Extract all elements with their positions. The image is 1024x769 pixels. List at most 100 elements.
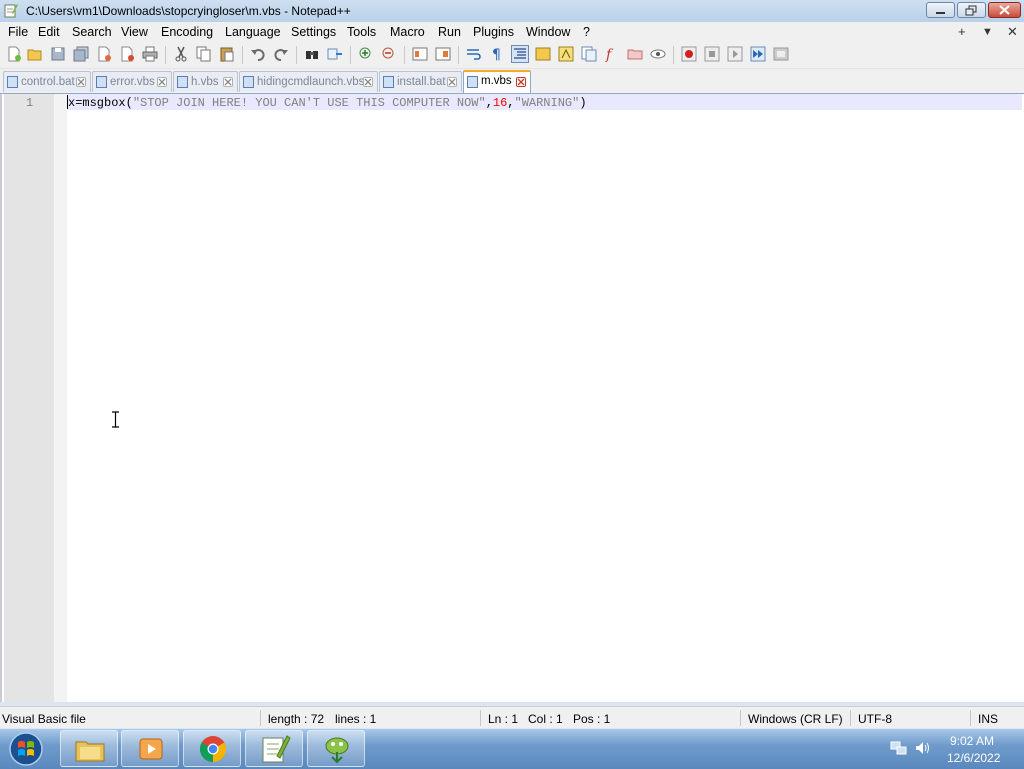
- menu-tools[interactable]: Tools: [347, 25, 376, 39]
- save-icon[interactable]: [50, 46, 66, 62]
- menu-view[interactable]: View: [121, 25, 148, 39]
- sync-vertical-icon[interactable]: [412, 46, 428, 62]
- show-all-chars-icon[interactable]: ¶: [489, 46, 505, 62]
- menu-encoding[interactable]: Encoding: [161, 25, 213, 39]
- find-icon[interactable]: [304, 46, 320, 62]
- save-all-icon[interactable]: [73, 46, 89, 62]
- file-icon: [7, 76, 18, 88]
- close-file-icon[interactable]: [96, 46, 112, 62]
- taskbar-media-player[interactable]: [121, 730, 179, 767]
- file-icon: [467, 76, 478, 88]
- restore-button[interactable]: [957, 2, 986, 18]
- close-all-icon[interactable]: [119, 46, 135, 62]
- menu-search[interactable]: Search: [72, 25, 112, 39]
- menu-help[interactable]: ?: [583, 25, 590, 39]
- tab-control-bat[interactable]: control.bat: [3, 71, 91, 92]
- tab-label: error.vbs: [110, 76, 155, 88]
- menu-file[interactable]: File: [8, 25, 28, 39]
- code-string: "WARNING": [514, 96, 580, 110]
- clock-date[interactable]: 12/6/2022: [947, 751, 1000, 765]
- menu-language[interactable]: Language: [225, 25, 281, 39]
- menu-window[interactable]: Window: [526, 25, 570, 39]
- tab-m-vbs[interactable]: m.vbs: [463, 70, 531, 93]
- menu-plugins[interactable]: Plugins: [473, 25, 514, 39]
- taskbar-installer[interactable]: [307, 730, 365, 767]
- tab-close-icon[interactable]: [157, 77, 167, 87]
- status-encoding: UTF-8: [858, 712, 892, 726]
- sync-horizontal-icon[interactable]: [435, 46, 451, 62]
- taskbar-notepad-plus-plus[interactable]: [245, 730, 303, 767]
- volume-icon[interactable]: [914, 740, 932, 756]
- taskbar: 9:02 AM 12/6/2022: [0, 728, 1024, 769]
- close-document-button[interactable]: ✕: [1007, 24, 1018, 40]
- network-icon[interactable]: [890, 740, 908, 756]
- folder-workspace-icon[interactable]: [627, 46, 643, 62]
- replace-icon[interactable]: [327, 46, 343, 62]
- undo-icon[interactable]: [250, 46, 266, 62]
- title-bar: C:\Users\vm1\Downloads\stopcryingloser\m…: [0, 0, 1024, 23]
- tab-close-icon[interactable]: [447, 77, 457, 87]
- menu-edit[interactable]: Edit: [38, 25, 60, 39]
- tab-close-icon[interactable]: [223, 77, 233, 87]
- paste-icon[interactable]: [219, 46, 235, 62]
- save-macro-icon[interactable]: [773, 46, 789, 62]
- new-tab-button[interactable]: +: [958, 24, 966, 39]
- status-separator: [970, 710, 971, 726]
- tab-label: install.bat: [397, 76, 446, 88]
- toolbar-separator: [165, 46, 166, 64]
- play-macro-icon[interactable]: [727, 46, 743, 62]
- notepad-plus-plus-icon: [4, 4, 18, 18]
- menu-macro[interactable]: Macro: [390, 25, 425, 39]
- tab-hidingcmdlaunch-vbs[interactable]: hidingcmdlaunch.vbs: [239, 71, 378, 92]
- tab-close-icon[interactable]: [516, 77, 526, 87]
- toolbar-separator: [404, 46, 405, 64]
- close-icon: [999, 5, 1010, 15]
- new-file-icon[interactable]: [6, 46, 22, 62]
- run-macro-multiple-icon[interactable]: [750, 46, 766, 62]
- menu-run[interactable]: Run: [438, 25, 461, 39]
- code-paren: (: [125, 96, 133, 110]
- tab-list-button[interactable]: ▼: [982, 26, 993, 38]
- monitoring-icon[interactable]: [650, 46, 666, 62]
- user-language-icon[interactable]: [535, 46, 551, 62]
- zoom-out-icon[interactable]: [381, 46, 397, 62]
- close-button[interactable]: [988, 2, 1021, 18]
- file-icon: [243, 76, 254, 88]
- stop-macro-icon[interactable]: [704, 46, 720, 62]
- record-macro-icon[interactable]: [681, 46, 697, 62]
- menu-settings[interactable]: Settings: [291, 25, 336, 39]
- taskbar-chrome[interactable]: [183, 730, 241, 767]
- line-number: 1: [26, 96, 34, 110]
- function-list-icon[interactable]: [581, 46, 597, 62]
- code-line[interactable]: x=msgbox("STOP JOIN HERE! YOU CAN'T USE …: [68, 96, 587, 110]
- window-title: C:\Users\vm1\Downloads\stopcryingloser\m…: [26, 4, 351, 18]
- word-wrap-icon[interactable]: [466, 46, 482, 62]
- editor-area[interactable]: 1 x=msgbox("STOP JOIN HERE! YOU CAN'T US…: [0, 94, 1024, 702]
- tab-error-vbs[interactable]: error.vbs: [92, 71, 172, 92]
- status-bar: Visual Basic file length : 72 lines : 1 …: [0, 706, 1024, 729]
- redo-icon[interactable]: [273, 46, 289, 62]
- function-icon[interactable]: f: [604, 46, 620, 62]
- clock-time[interactable]: 9:02 AM: [950, 734, 994, 748]
- indent-guide-icon[interactable]: [511, 45, 529, 63]
- tab-close-icon[interactable]: [363, 77, 373, 87]
- open-file-icon[interactable]: [27, 46, 43, 62]
- code-comma: ,: [485, 96, 493, 110]
- print-icon[interactable]: [142, 46, 158, 62]
- taskbar-file-explorer[interactable]: [60, 730, 118, 767]
- tab-close-icon[interactable]: [76, 77, 86, 87]
- copy-icon[interactable]: [196, 46, 212, 62]
- cut-icon[interactable]: [173, 46, 189, 62]
- tab-h-vbs[interactable]: h.vbs: [173, 71, 238, 92]
- document-map-icon[interactable]: [558, 46, 574, 62]
- tab-label: h.vbs: [191, 76, 219, 88]
- text-caret: [67, 95, 68, 109]
- tab-bar: control.bat error.vbs h.vbs hidingcmdlau…: [0, 69, 1024, 94]
- svg-text:f: f: [605, 47, 614, 62]
- zoom-in-icon[interactable]: [358, 46, 374, 62]
- minimize-button[interactable]: [926, 2, 955, 18]
- tab-install-bat[interactable]: install.bat: [379, 71, 462, 92]
- file-explorer-icon: [75, 741, 105, 762]
- start-button-icon[interactable]: [7, 731, 45, 767]
- line-number-gutter: [4, 94, 54, 702]
